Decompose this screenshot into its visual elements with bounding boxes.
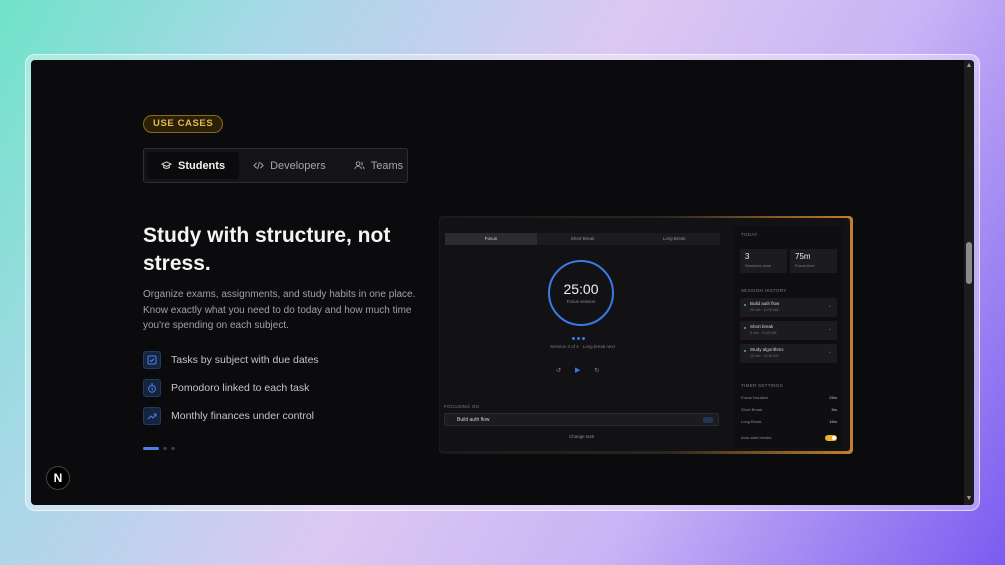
- scrollbar[interactable]: ▲ ▼: [964, 60, 974, 505]
- history-title: Study algorithms: [750, 347, 784, 352]
- preview-tab-short-break[interactable]: Short Break: [537, 233, 629, 245]
- feature-label: Monthly finances under control: [171, 410, 314, 422]
- timer-ring: 25:00 Focus session: [548, 260, 614, 326]
- tab-developers-label: Developers: [270, 159, 326, 172]
- users-icon: [354, 161, 365, 170]
- history-sub: 25 min · 10:00 AM: [750, 308, 779, 312]
- today-label: TODAY: [741, 232, 758, 237]
- tab-developers[interactable]: Developers: [239, 152, 340, 179]
- description: Organize exams, assignments, and study h…: [143, 289, 416, 331]
- timer-icon: [143, 379, 161, 397]
- carousel-dots: [143, 447, 175, 450]
- tab-students-label: Students: [178, 159, 226, 172]
- carousel-dot[interactable]: [143, 447, 159, 450]
- chevron-down-icon: ⌄: [827, 303, 832, 309]
- chevron-down-icon: ⌄: [827, 349, 832, 355]
- carousel-dot[interactable]: [163, 447, 167, 450]
- focusing-on-label: FOCUSING ON: [444, 404, 480, 409]
- tab-teams-label: Teams: [370, 159, 404, 172]
- graduation-cap-icon: [161, 161, 172, 169]
- current-task-name: Build auth flow: [457, 417, 490, 423]
- feature-item: Tasks by subject with due dates: [143, 350, 319, 370]
- stat-focus-time: 75m Focus time: [790, 249, 837, 273]
- preview-sidebar: TODAY 3 Sessions done 75m Focus time SES…: [733, 226, 843, 448]
- chevron-down-icon: ⌄: [827, 326, 832, 332]
- page-viewport: USE CASES Students Developers Teams Stud…: [31, 60, 974, 505]
- logo-badge[interactable]: N: [46, 466, 70, 490]
- session-dots: [572, 337, 585, 340]
- stat-label: Focus time: [795, 263, 815, 268]
- current-task[interactable]: Build auth flow: [444, 413, 719, 426]
- app-preview: Focus Short Break Long Break 25:00 Focus…: [439, 216, 853, 454]
- history-item[interactable]: Short break 5 min · 10:25 AM ⌄: [740, 321, 837, 340]
- session-history-label: SESSION HISTORY: [741, 288, 787, 293]
- play-icon[interactable]: ▶: [575, 366, 580, 374]
- task-tag: [703, 417, 713, 423]
- headline: Study with structure, not stress.: [143, 224, 391, 275]
- tab-students[interactable]: Students: [147, 152, 240, 179]
- setting-long-break[interactable]: Long Break 15m: [741, 419, 837, 427]
- use-cases-badge: USE CASES: [143, 115, 224, 133]
- tab-teams[interactable]: Teams: [340, 152, 417, 179]
- feature-item: Pomodoro linked to each task: [143, 378, 319, 398]
- history-sub: 25 min · 10:30 AM: [750, 354, 779, 358]
- stat-label: Sessions done: [745, 263, 772, 268]
- feature-item: Monthly finances under control: [143, 406, 319, 426]
- session-info: Session 3 of 4 · Long break next: [550, 344, 615, 349]
- feature-label: Pomodoro linked to each task: [171, 382, 310, 394]
- preview-tab-focus[interactable]: Focus: [445, 233, 537, 245]
- setting-auto-start: Auto-start breaks: [741, 435, 837, 443]
- history-title: Short break: [750, 324, 774, 329]
- reset-icon[interactable]: ↺: [556, 367, 561, 374]
- timer-controls: ↺ ▶ ↻: [556, 366, 599, 374]
- history-title: Build auth flow: [750, 301, 780, 306]
- preview-tab-long-break[interactable]: Long Break: [628, 233, 720, 245]
- feature-list: Tasks by subject with due dates Pomodoro…: [143, 350, 319, 434]
- stat-value: 3: [745, 252, 750, 261]
- skip-icon[interactable]: ↻: [594, 367, 599, 374]
- setting-focus-duration[interactable]: Focus Duration 25m: [741, 395, 837, 403]
- trend-up-icon: [143, 407, 161, 425]
- scroll-thumb[interactable]: [966, 242, 972, 284]
- change-task-link[interactable]: Change task: [444, 434, 719, 439]
- timer-mode-tabs: Focus Short Break Long Break: [445, 233, 720, 245]
- history-sub: 5 min · 10:25 AM: [750, 331, 777, 335]
- history-item[interactable]: Study algorithms 25 min · 10:30 AM ⌄: [740, 344, 837, 363]
- scroll-up-icon[interactable]: ▲: [965, 62, 973, 70]
- use-case-tabs: Students Developers Teams: [143, 148, 408, 183]
- timer-settings-label: TIMER SETTINGS: [741, 383, 783, 388]
- timer-time: 25:00: [563, 281, 599, 297]
- checkbox-icon: [143, 351, 161, 369]
- app-preview-window: Focus Short Break Long Break 25:00 Focus…: [440, 218, 850, 451]
- feature-label: Tasks by subject with due dates: [171, 354, 319, 366]
- setting-short-break[interactable]: Short Break 5m: [741, 407, 837, 415]
- code-icon: [253, 161, 264, 170]
- carousel-dot[interactable]: [171, 447, 175, 450]
- history-item[interactable]: Build auth flow 25 min · 10:00 AM ⌄: [740, 298, 837, 317]
- stat-sessions: 3 Sessions done: [740, 249, 787, 273]
- stat-value: 75m: [795, 252, 811, 261]
- auto-start-toggle[interactable]: [825, 435, 837, 441]
- scroll-down-icon[interactable]: ▼: [965, 495, 973, 503]
- timer-label: Focus session: [566, 299, 596, 304]
